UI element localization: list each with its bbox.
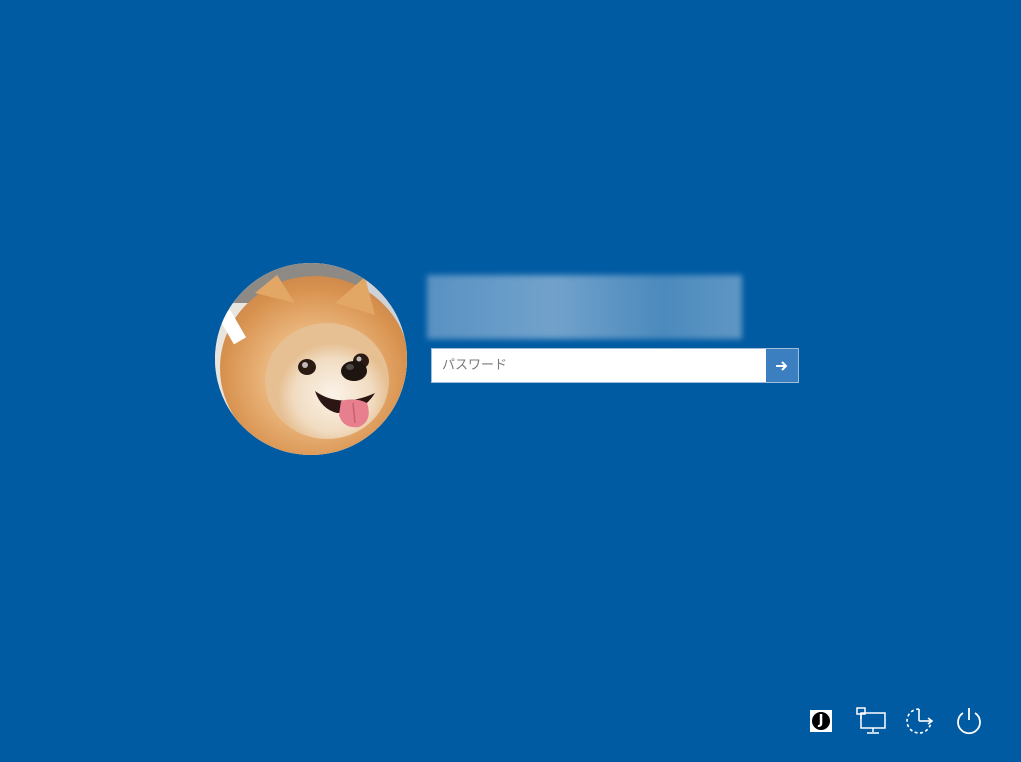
bottom-toolbar: J: [800, 700, 1000, 740]
password-input[interactable]: [432, 349, 766, 382]
network-button[interactable]: [854, 704, 888, 738]
network-icon: [856, 707, 886, 734]
lock-screen: J: [0, 0, 1021, 762]
ease-of-access-icon: [906, 708, 934, 734]
user-avatar: [215, 263, 407, 455]
dog-photo-image: [215, 263, 407, 455]
username-label: [427, 275, 742, 339]
ime-indicator-button[interactable]: J: [804, 704, 838, 738]
submit-button[interactable]: [766, 349, 798, 382]
power-icon: [957, 708, 981, 735]
ease-of-access-button[interactable]: [902, 704, 936, 738]
password-box: [431, 348, 799, 383]
power-button[interactable]: [952, 704, 986, 738]
ime-indicator-icon: J: [810, 710, 832, 732]
arrow-right-icon: [776, 360, 788, 371]
